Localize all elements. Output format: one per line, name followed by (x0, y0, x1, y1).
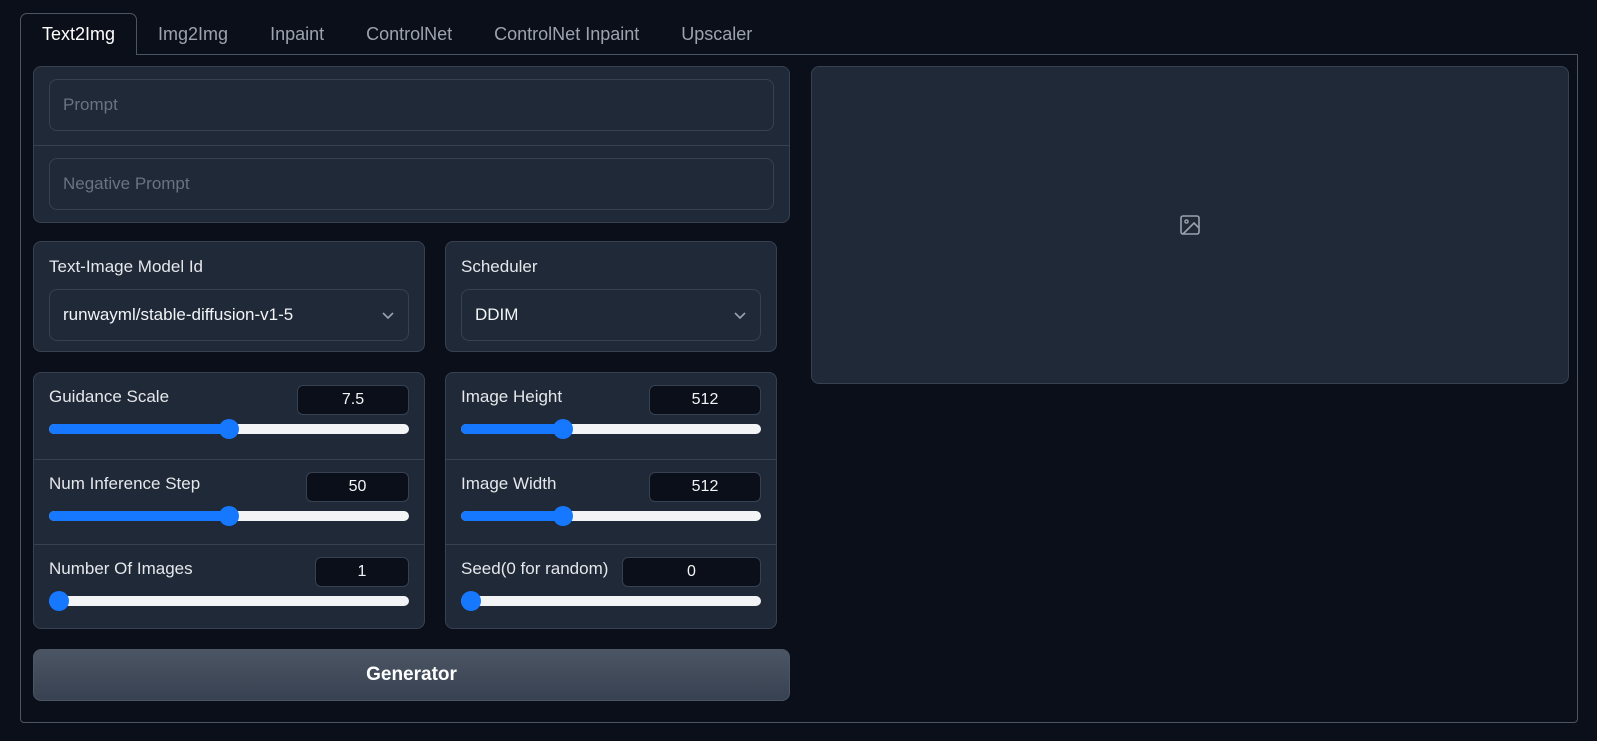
slider-thumb[interactable] (49, 591, 69, 611)
generate-button[interactable]: Generator (33, 649, 790, 701)
guidance-scale-row: Guidance Scale 7.5 (34, 373, 424, 460)
number-of-images-label: Number Of Images (49, 559, 193, 578)
image-height-slider[interactable] (461, 419, 761, 439)
slider-thumb[interactable] (219, 419, 239, 439)
tab-panel: Prompt Negative Prompt Text-Image Model … (20, 54, 1578, 723)
image-height-row: Image Height 512 (446, 373, 776, 460)
scheduler-value: DDIM (475, 305, 519, 324)
slider-thumb[interactable] (553, 419, 573, 439)
output-image-area (811, 66, 1569, 384)
scheduler-group: Scheduler DDIM (445, 241, 777, 352)
chevron-down-icon (734, 312, 746, 320)
slider-thumb[interactable] (461, 591, 481, 611)
image-icon (1180, 215, 1200, 235)
seed-slider[interactable] (461, 591, 761, 611)
number-of-images-slider[interactable] (49, 591, 409, 611)
scheduler-label: Scheduler (461, 257, 538, 276)
number-of-images-input[interactable]: 1 (315, 557, 409, 587)
slider-thumb[interactable] (553, 506, 573, 526)
tab-bar: Text2Img Img2Img Inpaint ControlNet Cont… (20, 13, 773, 55)
seed-row: Seed(0 for random) 0 (446, 544, 776, 631)
guidance-scale-input[interactable]: 7.5 (297, 385, 409, 415)
seed-input[interactable]: 0 (622, 557, 761, 587)
tab-img2img[interactable]: Img2Img (137, 14, 249, 55)
tab-inpaint[interactable]: Inpaint (249, 14, 345, 55)
image-width-slider[interactable] (461, 506, 761, 526)
image-height-input[interactable]: 512 (649, 385, 761, 415)
model-group: Text-Image Model Id runwayml/stable-diff… (33, 241, 425, 352)
number-of-images-row: Number Of Images 1 (34, 544, 424, 631)
prompt-input[interactable]: Prompt (49, 79, 774, 131)
image-height-label: Image Height (461, 387, 563, 406)
tab-controlnet[interactable]: ControlNet (345, 14, 473, 55)
image-width-input[interactable]: 512 (649, 472, 761, 502)
negative-prompt-row: Negative Prompt (34, 145, 789, 223)
num-inference-step-slider[interactable] (49, 506, 409, 526)
negative-prompt-input[interactable]: Negative Prompt (49, 158, 774, 210)
scheduler-dropdown[interactable]: DDIM (461, 289, 761, 341)
image-width-label: Image Width (461, 474, 557, 493)
num-inference-step-input[interactable]: 50 (306, 472, 409, 502)
prompt-group: Prompt Negative Prompt (33, 66, 790, 223)
guidance-scale-label: Guidance Scale (49, 387, 170, 406)
right-slider-group: Image Height 512 Image Width 512 Seed(0 … (445, 372, 777, 629)
model-label: Text-Image Model Id (49, 257, 204, 276)
tab-text2img[interactable]: Text2Img (20, 13, 138, 55)
num-inference-step-label: Num Inference Step (49, 474, 201, 493)
slider-thumb[interactable] (219, 506, 239, 526)
image-width-row: Image Width 512 (446, 459, 776, 546)
seed-label: Seed(0 for random) (461, 559, 609, 578)
num-inference-step-row: Num Inference Step 50 (34, 459, 424, 546)
chevron-down-icon (382, 312, 394, 320)
prompt-row: Prompt (34, 67, 789, 145)
model-dropdown[interactable]: runwayml/stable-diffusion-v1-5 (49, 289, 409, 341)
model-value: runwayml/stable-diffusion-v1-5 (63, 305, 294, 324)
tab-upscaler[interactable]: Upscaler (660, 14, 773, 55)
guidance-scale-slider[interactable] (49, 419, 409, 439)
tab-controlnet-inpaint[interactable]: ControlNet Inpaint (473, 14, 660, 55)
left-slider-group: Guidance Scale 7.5 Num Inference Step 50… (33, 372, 425, 629)
